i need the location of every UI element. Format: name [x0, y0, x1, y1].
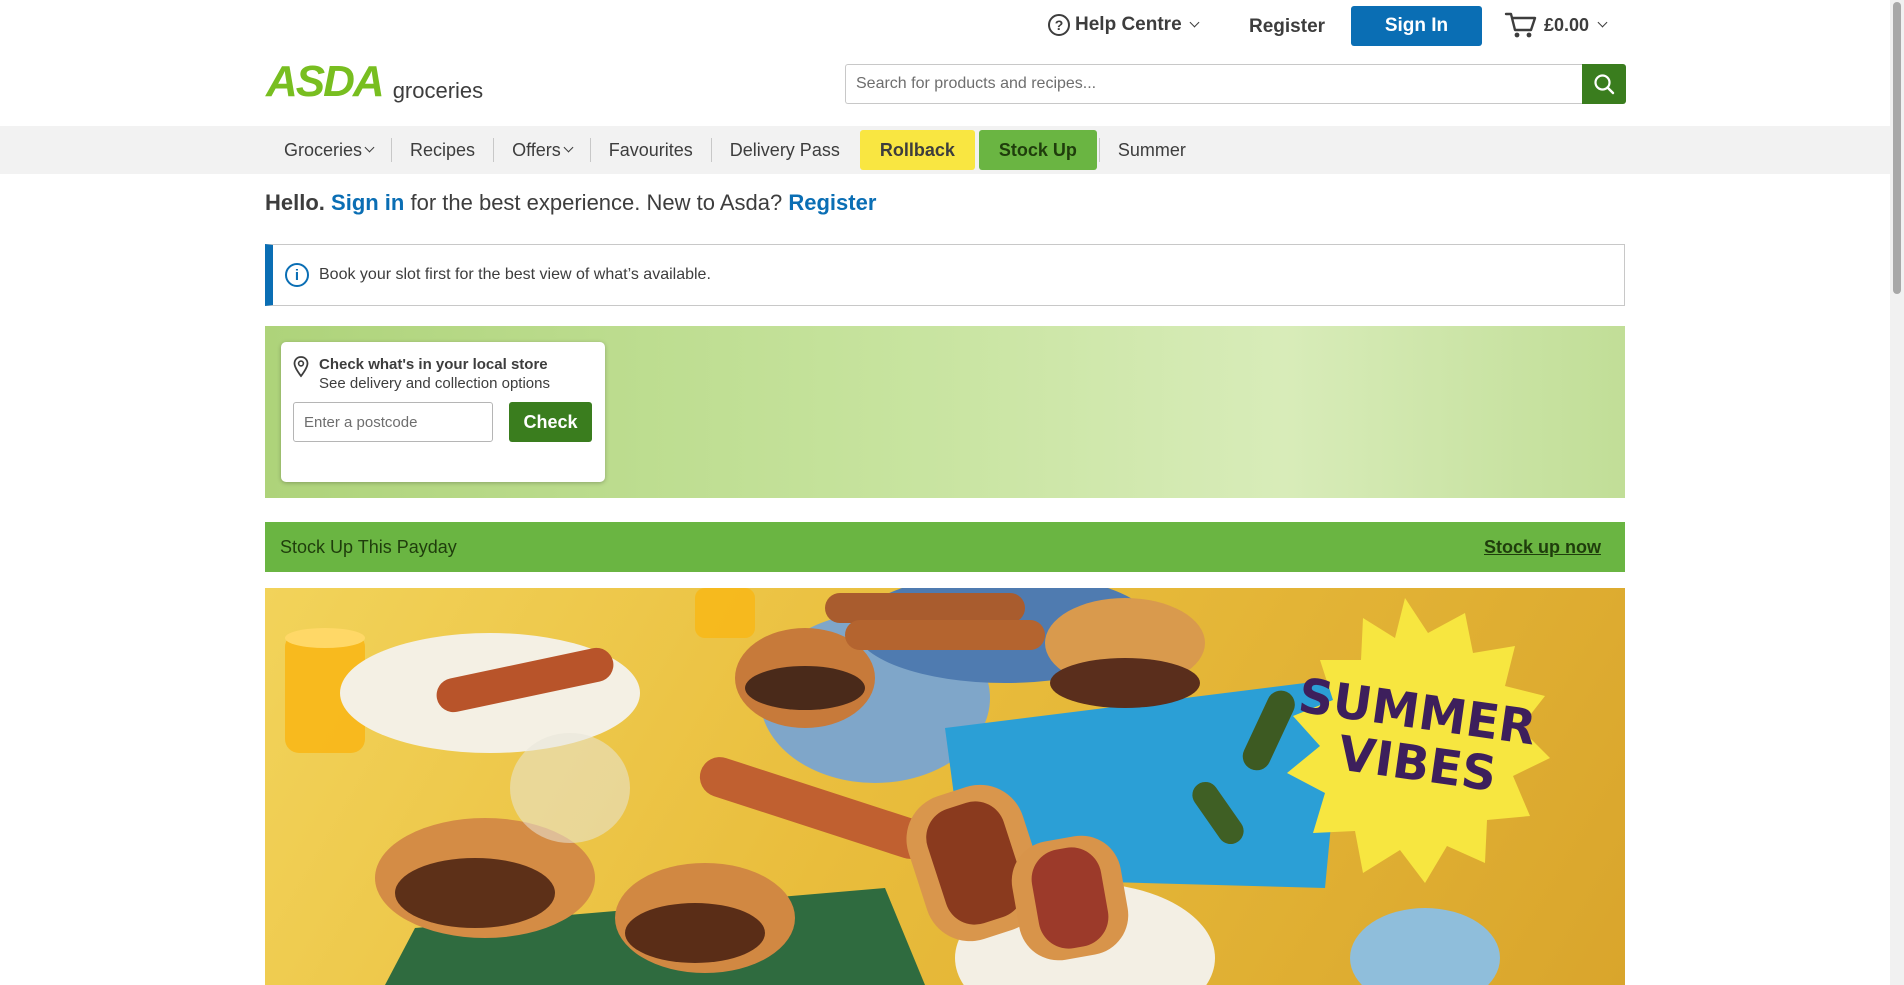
- utility-bar: ? Help Centre Register Sign In £0.00: [0, 0, 1890, 52]
- nav-item-label: Groceries: [284, 139, 363, 160]
- asda-logo[interactable]: ASDA groceries: [266, 57, 484, 106]
- nav-item-rollback[interactable]: Rollback: [859, 130, 975, 170]
- check-postcode-button[interactable]: Check: [509, 402, 592, 442]
- store-check-card: Check what's in your local store See del…: [281, 342, 605, 482]
- promo-title: Stock Up This Payday: [280, 536, 457, 557]
- logo-wordmark: ASDA: [266, 57, 385, 106]
- basket-button[interactable]: £0.00: [1504, 10, 1608, 40]
- store-check-subtitle: See delivery and collection options: [319, 375, 550, 392]
- chevron-down-icon: [563, 142, 574, 153]
- greeting-register-link[interactable]: Register: [788, 190, 876, 215]
- nav-item-stock-up[interactable]: Stock Up: [978, 130, 1097, 170]
- cart-icon: [1504, 12, 1537, 38]
- slot-info-banner: i Book your slot first for the best view…: [265, 244, 1625, 306]
- basket-total: £0.00: [1544, 14, 1590, 35]
- help-centre-label: Help Centre: [1075, 14, 1182, 35]
- postcode-input[interactable]: [293, 402, 493, 442]
- search-button[interactable]: [1582, 64, 1626, 104]
- hero-food-illustration: SUMMER VIBES: [285, 588, 1550, 985]
- nav-item-favourites[interactable]: Favourites: [591, 130, 711, 170]
- greeting-message: Hello. Sign in for the best experience. …: [265, 190, 876, 216]
- nav-item-label: Offers: [512, 139, 561, 160]
- chevron-down-icon: [364, 142, 375, 153]
- question-icon: ?: [1048, 14, 1070, 36]
- stock-up-promo-bar: Stock Up This Payday Stock up now: [265, 522, 1625, 572]
- scrollbar-thumb[interactable]: [1893, 2, 1901, 294]
- stock-up-now-link[interactable]: Stock up now: [1484, 537, 1601, 558]
- help-centre-menu[interactable]: ? Help Centre: [1048, 14, 1200, 36]
- search-bar: [845, 64, 1626, 104]
- main-nav: Groceries Recipes Offers Favourites Deli…: [0, 126, 1890, 174]
- slot-info-text: Book your slot first for the best view o…: [319, 266, 711, 283]
- info-icon: i: [285, 263, 309, 287]
- logo-subtitle: groceries: [392, 78, 484, 103]
- chevron-down-icon: [1189, 17, 1200, 28]
- summer-hero-banner[interactable]: SUMMER VIBES: [265, 588, 1625, 985]
- store-check-title: Check what's in your local store: [319, 356, 548, 373]
- nav-item-offers[interactable]: Offers: [494, 130, 590, 170]
- greeting-text: for the best experience. New to Asda?: [404, 190, 789, 215]
- nav-item-summer[interactable]: Summer: [1100, 130, 1204, 170]
- greeting-sign-in-link[interactable]: Sign in: [331, 190, 404, 215]
- sign-in-button[interactable]: Sign In: [1351, 6, 1482, 46]
- store-check-panel: Check what's in your local store See del…: [265, 326, 1625, 498]
- location-pin-icon: [293, 356, 309, 378]
- page-scrollbar[interactable]: [1890, 0, 1904, 985]
- nav-item-groceries[interactable]: Groceries: [266, 130, 391, 170]
- chevron-down-icon: [1597, 17, 1608, 28]
- search-input[interactable]: [845, 64, 1582, 104]
- greeting-hello: Hello.: [265, 190, 325, 215]
- nav-item-recipes[interactable]: Recipes: [392, 130, 493, 170]
- register-link[interactable]: Register: [1249, 16, 1325, 38]
- search-icon: [1594, 74, 1615, 95]
- nav-item-delivery-pass[interactable]: Delivery Pass: [712, 130, 858, 170]
